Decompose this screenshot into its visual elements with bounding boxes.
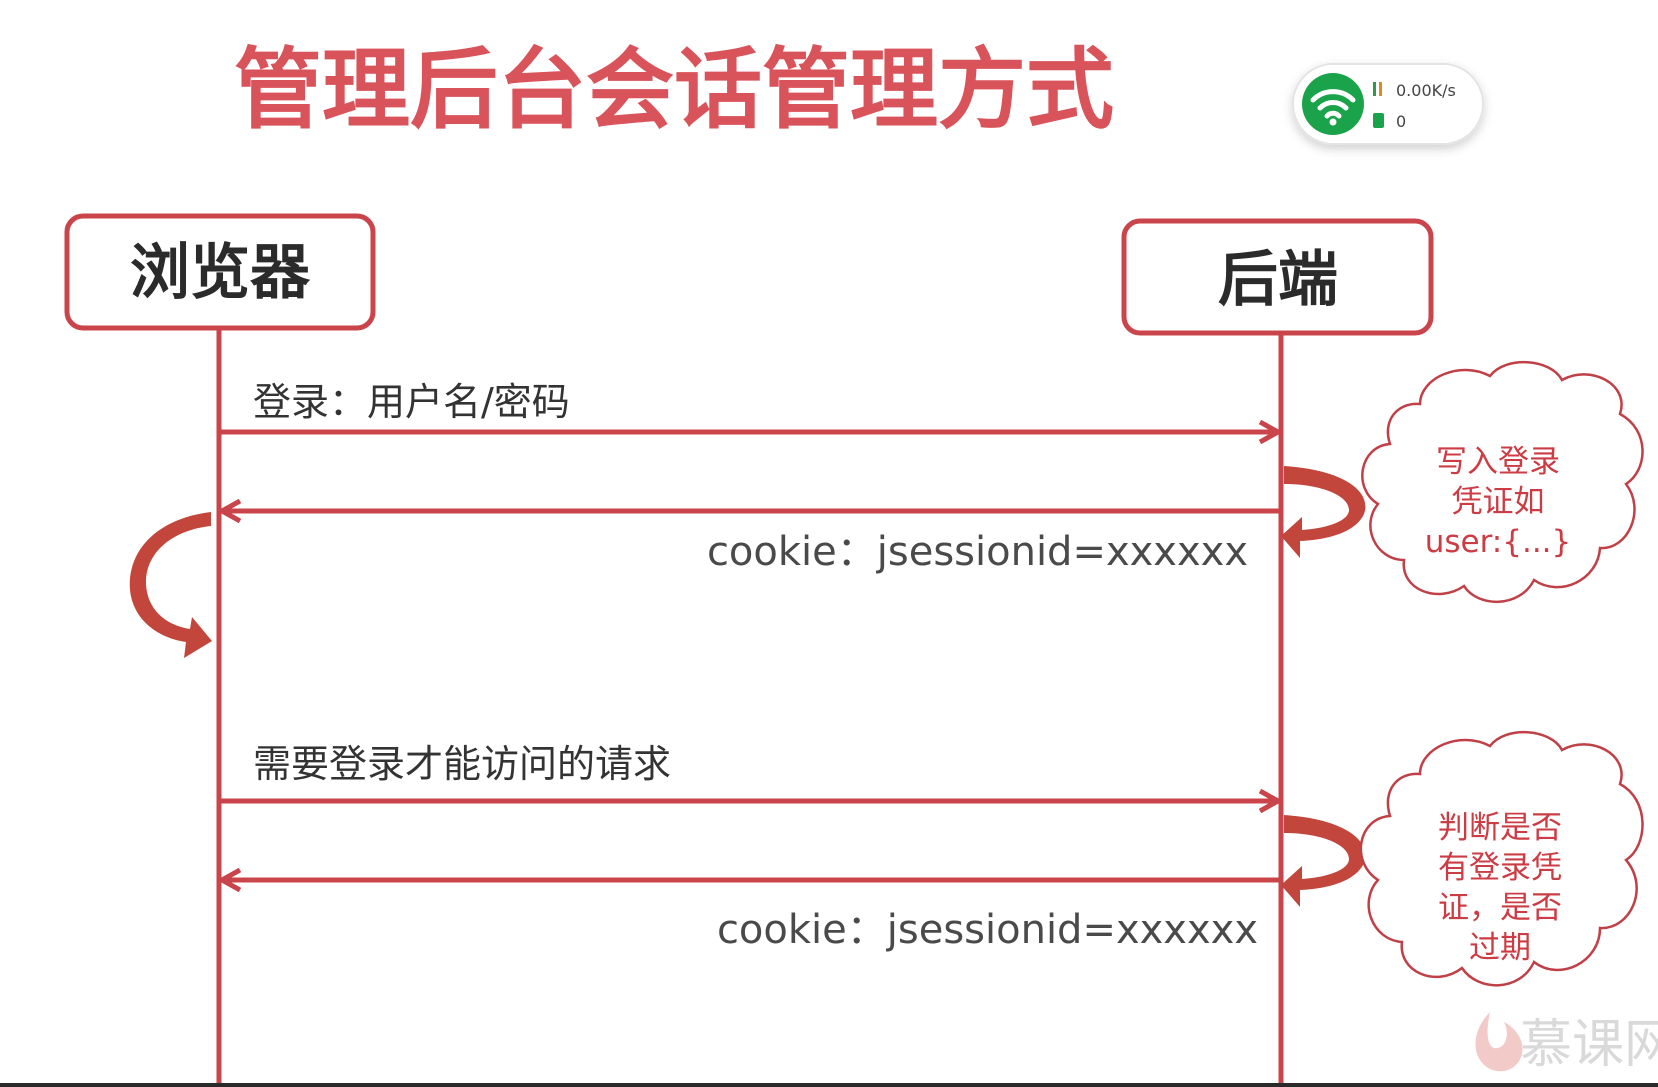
login-message-label: 登录：用户名/密码 (253, 380, 570, 424)
note-write-credential-line-2: 凭证如 (1452, 484, 1545, 520)
connection-count: 0 (1396, 112, 1406, 131)
browser-self-loop-arrow (129, 512, 212, 658)
note-write-credential-line-1: 写入登录 (1436, 444, 1560, 480)
page-title: 管理后台会话管理方式 (234, 38, 1114, 141)
sequence-diagram: 管理后台会话管理方式 0.00K/s 0 浏览器 后端 登录：用户名/密码 co… (0, 38, 1658, 1087)
bottom-edge (0, 1083, 1658, 1087)
note-write-credential-line-3: user:{...} (1425, 524, 1572, 560)
network-speed: 0.00K/s (1396, 81, 1456, 100)
actor-browser-label: 浏览器 (130, 238, 311, 308)
actor-browser: 浏览器 (64, 213, 376, 331)
note-write-credential: 写入登录 凭证如 user:{...} (1361, 361, 1644, 603)
backend-self-loop-arrow-1 (1281, 466, 1366, 558)
request-response-label: cookie：jsessionid=xxxxxx (717, 907, 1258, 953)
backend-self-loop-arrow-2 (1281, 815, 1366, 907)
actor-backend-label: 后端 (1218, 245, 1338, 315)
request-message-label: 需要登录才能访问的请求 (253, 742, 671, 786)
note-check-credential-line-2: 有登录凭 (1438, 850, 1562, 886)
phone-icon (1373, 113, 1384, 128)
wifi-icon (1302, 73, 1364, 135)
flame-logo-icon (1475, 1012, 1523, 1072)
note-check-credential-line-3: 证，是否 (1438, 890, 1562, 926)
note-check-credential-line-1: 判断是否 (1438, 810, 1562, 846)
watermark: 慕课网 (1475, 1012, 1658, 1075)
login-response-label: cookie：jsessionid=xxxxxx (707, 529, 1248, 575)
actor-backend: 后端 (1121, 218, 1434, 336)
network-widget: 0.00K/s 0 (1292, 63, 1484, 145)
note-check-credential-line-4: 过期 (1469, 930, 1531, 966)
watermark-text: 慕课网 (1520, 1015, 1658, 1075)
note-check-credential: 判断是否 有登录凭 证，是否 过期 (1359, 731, 1644, 987)
